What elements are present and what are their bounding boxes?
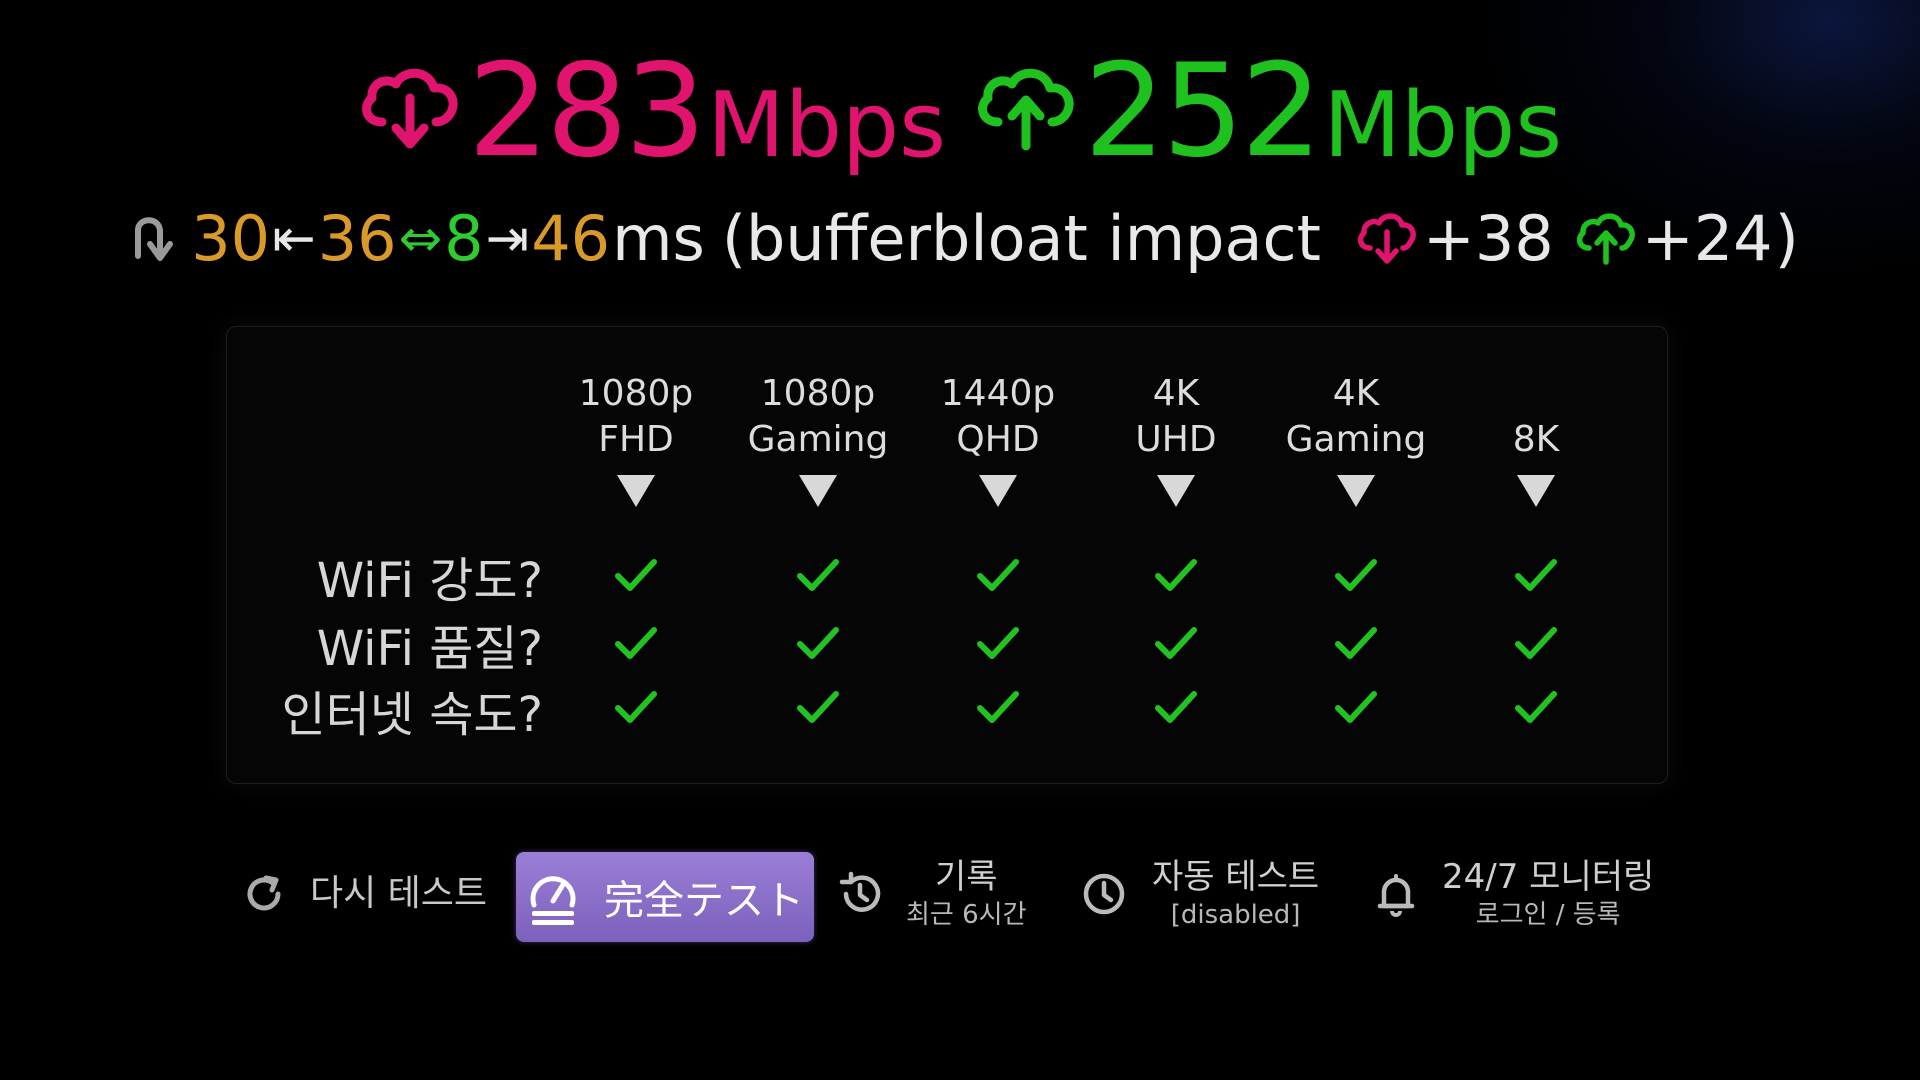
check-icon <box>797 559 839 591</box>
check-icon <box>1155 627 1197 659</box>
upload-bufferbloat: +24 <box>1641 202 1773 275</box>
cloud-download-icon <box>361 68 458 149</box>
column-line1: 4K <box>1332 373 1380 414</box>
bell-icon <box>1377 874 1415 917</box>
column-line1: 1080p <box>760 373 876 414</box>
latency-min: 30 <box>191 202 271 275</box>
download-unit: Mbps <box>707 73 946 178</box>
column-8k: 8K <box>1451 371 1621 507</box>
download-bufferbloat: +38 <box>1422 202 1554 275</box>
check-icon <box>977 627 1019 659</box>
column-1440p-qhd: 1440p QHD <box>913 371 1083 507</box>
monitoring-title: 24/7 모니터링 <box>1442 857 1655 897</box>
column-line2: Gaming <box>747 419 889 460</box>
max-arrow-icon: ⇥ <box>485 209 530 269</box>
column-4k-uhd: 4K UHD <box>1091 371 1261 507</box>
monitoring-subtitle: 로그인 / 등록 <box>1475 900 1621 930</box>
jitter-arrow-icon: ⇔ <box>398 209 443 269</box>
triangle-down-icon <box>979 475 1017 507</box>
triangle-down-icon <box>1517 475 1555 507</box>
cloud-upload-icon <box>978 68 1074 151</box>
cloud-upload-icon <box>1576 213 1635 265</box>
bufferbloat-label: (bufferbloat impact <box>721 202 1321 275</box>
check-icon <box>615 559 657 591</box>
check-icon <box>1515 559 1557 591</box>
auto-test-subtitle: [disabled] <box>1170 900 1301 930</box>
column-line2: QHD <box>956 419 1040 460</box>
triangle-down-icon <box>1337 475 1375 507</box>
row-label-wifi-quality: WiFi 품질? <box>316 621 543 677</box>
monitoring-button[interactable]: 24/7 모니터링 로그인 / 등록 <box>1372 856 1654 932</box>
auto-test-title: 자동 테스트 <box>1152 857 1320 897</box>
column-line2: FHD <box>598 419 674 460</box>
history-title: 기록 <box>934 857 998 897</box>
latency-summary: 30 ⇤ 36 ⇔ 8 ⇥ 46 ms (bufferbloat impact … <box>0 194 1920 284</box>
check-icon <box>977 691 1019 723</box>
triangle-down-icon <box>1157 475 1195 507</box>
auto-test-text: 자동 테스트 [disabled] <box>1152 856 1319 932</box>
history-subtitle: 최근 6시간 <box>906 900 1027 930</box>
latency-idle: 36 <box>317 202 397 275</box>
latency-jitter: 8 <box>444 202 484 275</box>
check-icon <box>1155 559 1197 591</box>
upload-speed: 252 Mbps <box>974 48 1562 176</box>
column-1080p-fhd: 1080p FHD <box>551 371 721 507</box>
min-arrow-icon: ⇤ <box>272 209 316 269</box>
history-icon <box>839 871 881 912</box>
download-speed: 283 Mbps <box>358 48 946 176</box>
history-text: 기록 최근 6시간 <box>906 856 1027 932</box>
speed-results: 283 Mbps 252 Mbps <box>0 36 1920 176</box>
speedometer-icon <box>530 876 576 925</box>
triangle-down-icon <box>617 475 655 507</box>
check-icon <box>797 627 839 659</box>
column-line2: UHD <box>1135 419 1217 460</box>
latency-unit: ms <box>612 202 705 275</box>
row-label-wifi-strength: WiFi 강도? <box>316 553 543 609</box>
cloud-download-icon <box>1357 213 1416 264</box>
quality-table: 1080p FHD 1080p Gaming 1440p QHD 4K UHD 4K Ga… <box>226 326 1668 784</box>
check-icon <box>1335 627 1377 659</box>
column-line2: 8K <box>1512 419 1560 460</box>
full-test-button[interactable]: 完全テスト <box>516 852 814 942</box>
latency-max: 46 <box>531 202 611 275</box>
column-line1: 1440p <box>940 373 1056 414</box>
retest-button[interactable]: 다시 테스트 <box>240 870 487 918</box>
bottom-toolbar: 다시 테스트 完全テスト 기록 최근 6시간 자동 테스트 [disabled]… <box>0 850 1920 950</box>
monitoring-text: 24/7 모니터링 로그인 / 등록 <box>1442 856 1654 932</box>
check-icon <box>1155 691 1197 723</box>
speedtest-screen: 283 Mbps 252 Mbps 30 ⇤ 36 ⇔ 8 ⇥ 46 ms (b… <box>0 0 1920 1080</box>
check-icon <box>615 691 657 723</box>
upload-value: 252 <box>1084 37 1322 186</box>
latency-icon <box>135 217 174 261</box>
refresh-icon <box>247 875 281 911</box>
check-icon <box>1335 559 1377 591</box>
triangle-down-icon <box>799 475 837 507</box>
clock-icon <box>1083 873 1125 915</box>
column-line1: 1080p <box>578 373 694 414</box>
download-value: 283 <box>467 37 706 186</box>
retest-label: 다시 테스트 <box>310 873 488 914</box>
upload-unit: Mbps <box>1323 73 1563 178</box>
column-4k-gaming: 4K Gaming <box>1271 371 1441 507</box>
close-paren: ) <box>1774 202 1799 275</box>
column-line1: 4K <box>1152 373 1200 414</box>
row-label-internet-speed: 인터넷 속도? <box>281 687 543 743</box>
check-icon <box>1335 691 1377 723</box>
check-icon <box>797 691 839 723</box>
full-test-label: 完全テスト <box>604 878 804 924</box>
column-line2: Gaming <box>1285 419 1427 460</box>
column-1080p-gaming: 1080p Gaming <box>733 371 903 507</box>
check-icon <box>977 559 1019 591</box>
history-button[interactable]: 기록 최근 6시간 <box>836 856 1027 932</box>
check-icon <box>1515 691 1557 723</box>
check-icon <box>615 627 657 659</box>
auto-test-button[interactable]: 자동 테스트 [disabled] <box>1080 856 1319 932</box>
check-icon <box>1515 627 1557 659</box>
